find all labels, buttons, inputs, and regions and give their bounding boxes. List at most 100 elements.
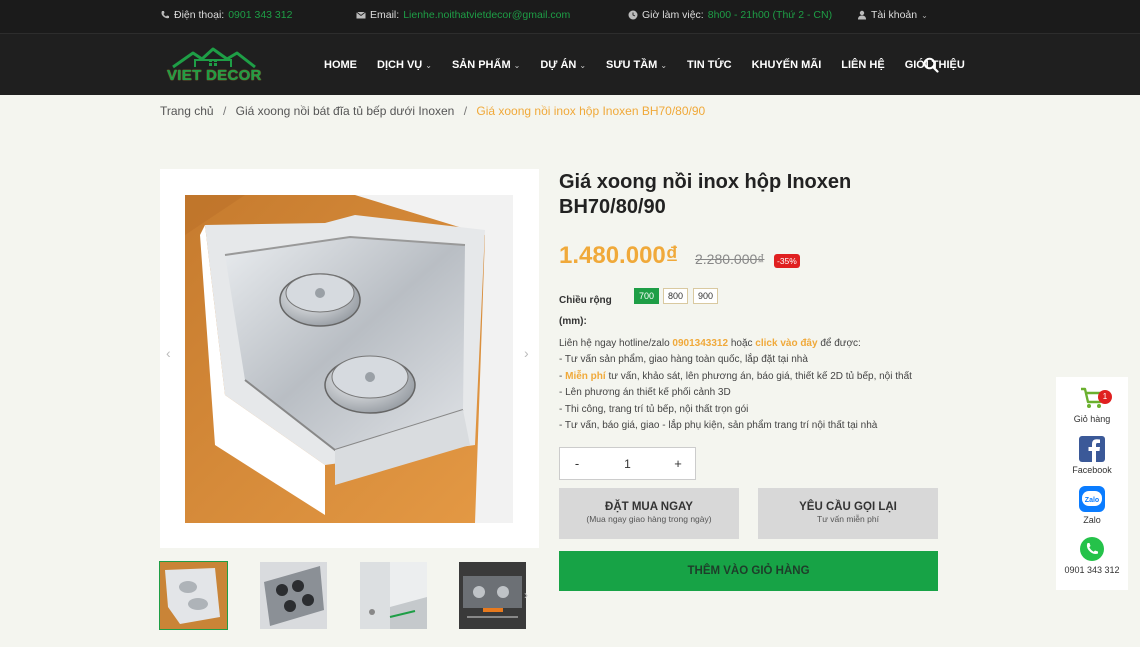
add-to-cart-button[interactable]: THÊM VÀO GIỎ HÀNG (559, 551, 938, 591)
chevron-down-icon: ⌄ (921, 10, 928, 20)
desc-line-2-highlight: Miễn phí (565, 370, 606, 382)
chevron-down-icon: ⌄ (513, 60, 521, 70)
nav-products[interactable]: SẢN PHẨM ⌄ (452, 59, 520, 71)
mail-icon (356, 11, 366, 19)
search-icon[interactable] (923, 57, 939, 73)
product-main-image[interactable] (185, 195, 513, 523)
email-label: Email: (370, 9, 400, 21)
hours-info: Giờ làm việc: 8h00 - 21h00 (Thứ 2 - CN) (628, 9, 832, 21)
product-gallery: ‹ › (160, 169, 539, 548)
nav-news-label: TIN TỨC (687, 59, 732, 71)
product-title: Giá xoong nồi inox hộp Inoxen BH70/80/90 (559, 171, 852, 218)
float-facebook-label: Facebook (1072, 465, 1112, 475)
thumbnail-next-arrow[interactable]: › (524, 588, 528, 602)
float-cart-label: Giỏ hàng (1073, 414, 1111, 424)
breadcrumb-category[interactable]: Giá xoong nồi bát đĩa tủ bếp dưới Inoxen (236, 104, 455, 118)
breadcrumb-home[interactable]: Trang chủ (160, 104, 214, 118)
zalo-icon: Zalo (1079, 486, 1105, 512)
thumbnail-2[interactable] (260, 562, 327, 629)
qty-increase-button[interactable]: + (661, 456, 695, 471)
desc-intro: Liên hệ ngay hotline/zalo 0901343312 hoặ… (559, 336, 912, 352)
buy-now-sublabel: (Mua ngay giao hàng trong ngày) (586, 514, 712, 524)
email-value[interactable]: Lienhe.noithatvietdecor@gmail.com (403, 9, 570, 21)
contact-description: Liên hệ ngay hotline/zalo 0901343312 hoặ… (559, 336, 912, 434)
floating-contact-bar: Giỏ hàng 1 Facebook Zalo Zalo 0901 343 3… (1056, 377, 1128, 590)
thumbnail-4[interactable] (459, 562, 526, 629)
buy-now-label: ĐẶT MUA NGAY (605, 501, 693, 513)
nav-services[interactable]: DỊCH VỤ ⌄ (377, 59, 432, 71)
desc-line-3: - Lên phương án thiết kế phối cảnh 3D (559, 387, 731, 399)
phone-icon (161, 11, 169, 19)
discount-badge: -35% (774, 254, 800, 268)
breadcrumb: Trang chủ / Giá xoong nồi bát đĩa tủ bếp… (160, 104, 705, 118)
chevron-down-icon: ⌄ (579, 60, 587, 70)
nav-collection-label: SƯU TẦM (606, 59, 658, 71)
main-header: VIET DECOR HOME DỊCH VỤ ⌄ SẢN PHẨM ⌄ DỰ ÁN… (0, 33, 1140, 95)
width-option-800[interactable]: 800 (663, 288, 689, 304)
user-icon (858, 10, 866, 20)
nav-projects-label: DỰ ÁN (540, 59, 577, 71)
width-label: Chiều rộng (mm): (559, 295, 612, 327)
breadcrumb-current: Giá xoong nồi inox hộp Inoxen BH70/80/90 (476, 104, 706, 118)
desc-line-5: - Tư vấn, báo giá, giao - lắp phụ kiện, … (559, 420, 878, 432)
nav-news[interactable]: TIN TỨC (687, 59, 732, 71)
width-option-900[interactable]: 900 (693, 288, 719, 304)
float-zalo-label: Zalo (1083, 515, 1101, 525)
float-phone[interactable]: 0901 343 312 (1056, 536, 1128, 575)
width-option-700[interactable]: 700 (634, 288, 660, 304)
qty-input[interactable]: 1 (594, 457, 661, 471)
nav-promo-label: KHUYẾN MÃI (751, 59, 822, 71)
nav-products-label: SẢN PHẨM (451, 59, 511, 71)
chevron-down-icon: ⌄ (425, 60, 432, 70)
account-label: Tài khoản (871, 9, 918, 21)
email-info: Email: Lienhe.noithatvietdecor@gmail.com (356, 9, 570, 21)
nav-collection[interactable]: SƯU TẦM ⌄ (606, 59, 667, 71)
hours-label: Giờ làm việc: (642, 9, 704, 21)
buy-now-button[interactable]: ĐẶT MUA NGAY (Mua ngay giao hàng trong n… (559, 488, 739, 539)
float-facebook[interactable]: Facebook (1056, 436, 1128, 475)
top-bar: Điện thoại: 0901 343 312 Email: Lienhe.n… (0, 0, 1140, 33)
nav-home[interactable]: HOME (324, 59, 357, 71)
float-phone-label: 0901 343 312 (1064, 565, 1120, 575)
nav-promo[interactable]: KHUYẾN MÃI (752, 59, 822, 71)
callback-label: YÊU CẦU GỌI LẠI (799, 501, 897, 513)
svg-text:Zalo: Zalo (1085, 497, 1099, 504)
thumbnail-1[interactable] (159, 561, 228, 630)
facebook-icon (1079, 436, 1105, 462)
brand-name: VIET DECOR (167, 67, 262, 84)
whatsapp-phone-icon (1080, 537, 1104, 561)
desc-line-2: - Miễn phí tư vấn, khảo sát, lên phương … (559, 369, 912, 385)
nav-contact-label: LIÊN HỆ (841, 59, 885, 71)
logo[interactable]: VIET DECOR (165, 45, 261, 85)
qty-decrease-button[interactable]: - (560, 456, 594, 471)
hotline-link[interactable]: 0901343312 (672, 338, 728, 349)
main-nav: HOME DỊCH VỤ ⌄ SẢN PHẨM ⌄ DỰ ÁN ⌄ SƯU TẦM ⌄ … (324, 59, 985, 71)
phone-value[interactable]: 0901 343 312 (228, 9, 292, 21)
nav-services-label: DỊCH VỤ (377, 59, 423, 71)
nav-projects[interactable]: DỰ ÁN ⌄ (540, 59, 586, 71)
callback-button[interactable]: YÊU CẦU GỌI LẠI Tư vấn miễn phí (758, 488, 938, 539)
account-menu[interactable]: Tài khoản ⌄ (857, 9, 928, 21)
click-here-link[interactable]: click vào đây (755, 338, 817, 349)
thumbnail-3[interactable] (360, 562, 427, 629)
chevron-down-icon: ⌄ (660, 60, 668, 70)
nav-home-label: HOME (324, 59, 357, 71)
clock-icon (628, 10, 638, 20)
nav-contact[interactable]: LIÊN HỆ (841, 59, 884, 71)
desc-intro-text: Liên hệ ngay hotline/zalo (559, 338, 673, 349)
float-cart[interactable]: Giỏ hàng 1 (1056, 385, 1128, 424)
phone-info: Điện thoại: 0901 343 312 (160, 9, 292, 21)
desc-intro-or: hoặc (728, 338, 756, 349)
phone-label: Điện thoại: (174, 9, 225, 21)
breadcrumb-separator: / (222, 104, 227, 118)
product-old-price: 2.280.000₫ (695, 251, 765, 267)
desc-intro-end: để được: (817, 338, 861, 349)
desc-line-4: - Thi công, trang trí tủ bếp, nội thất t… (559, 403, 749, 415)
gallery-next-arrow[interactable]: › (524, 345, 529, 361)
product-price: 1.480.000₫ (559, 242, 679, 269)
breadcrumb-separator: / (463, 104, 468, 118)
gallery-prev-arrow[interactable]: ‹ (166, 345, 171, 361)
hours-value: 8h00 - 21h00 (Thứ 2 - CN) (707, 9, 833, 21)
quantity-stepper: - 1 + (559, 447, 696, 480)
float-zalo[interactable]: Zalo Zalo (1056, 486, 1128, 525)
